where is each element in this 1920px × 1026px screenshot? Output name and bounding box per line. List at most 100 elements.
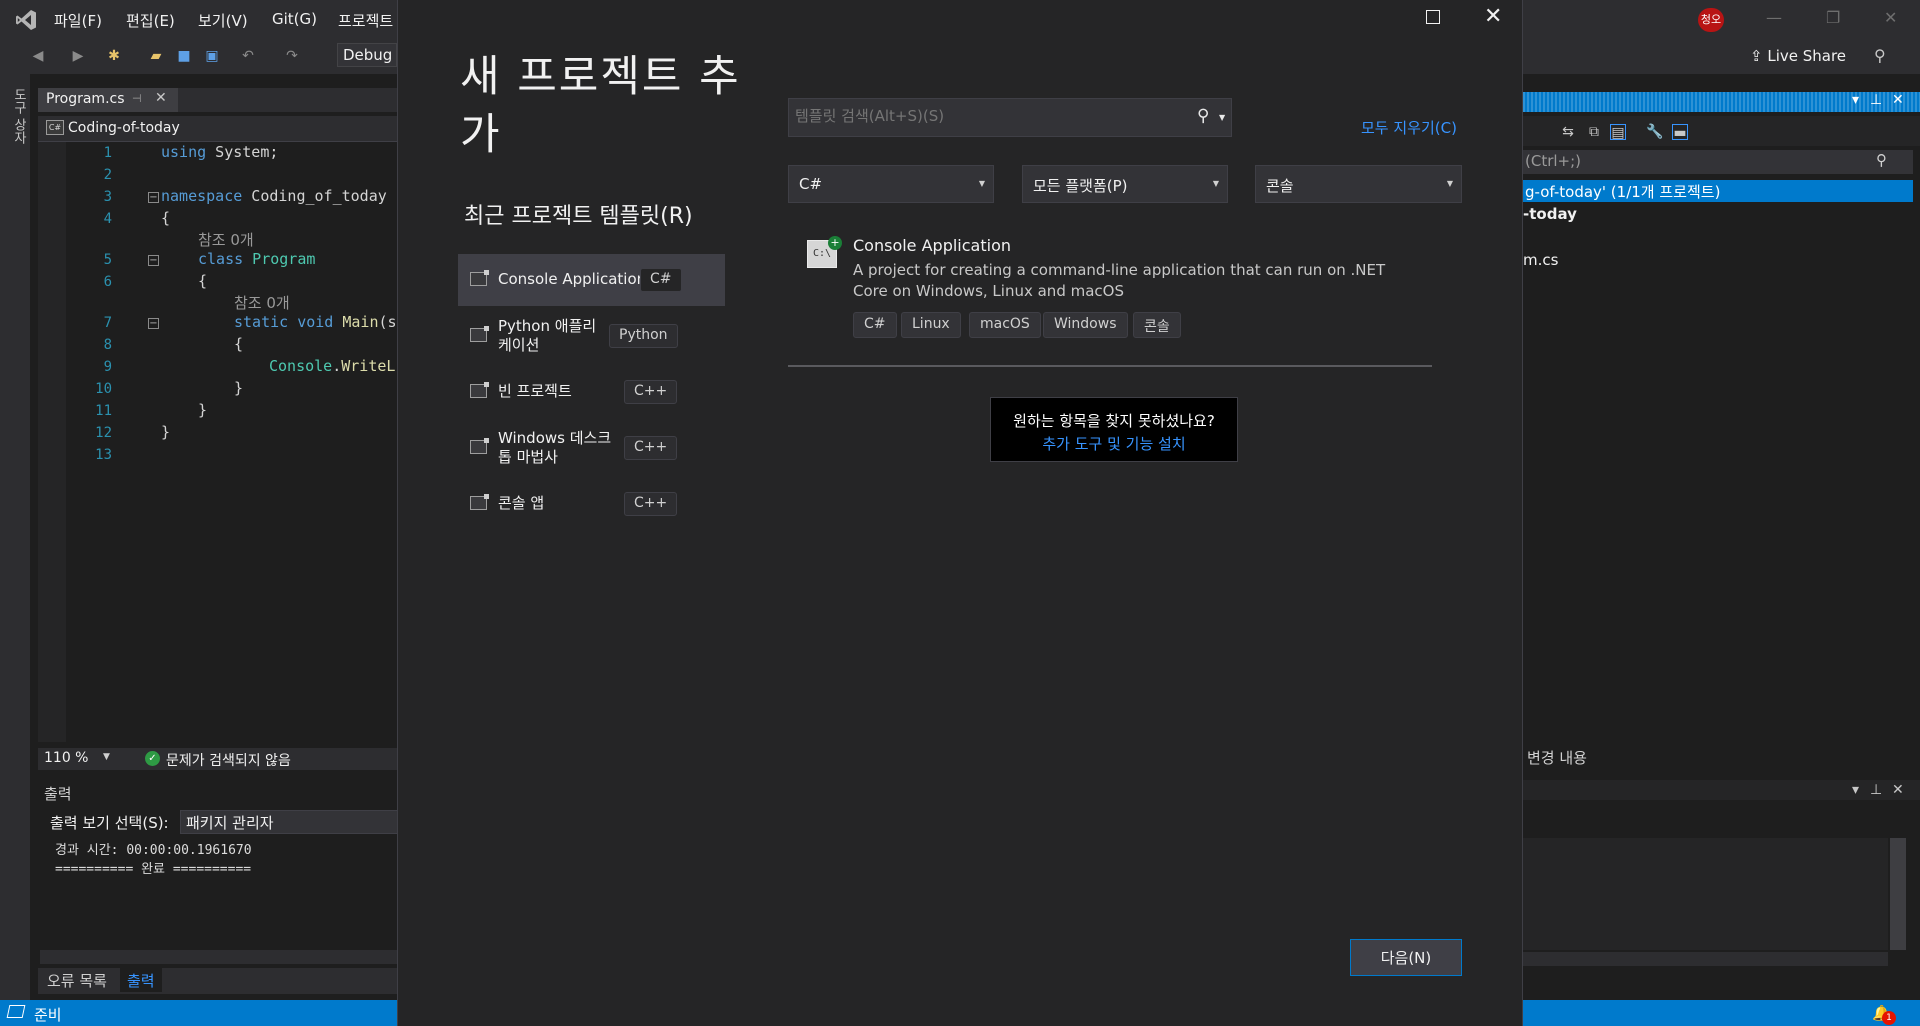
line-number: 7 bbox=[103, 315, 112, 331]
toolbox-tab[interactable]: 도구 상자 bbox=[9, 88, 28, 144]
menu-file[interactable]: 파일(F) bbox=[54, 10, 102, 31]
install-more-tools-link[interactable]: 추가 도구 및 기능 설치 bbox=[991, 433, 1237, 454]
code-line-3: namespace Coding_of_today bbox=[161, 187, 387, 205]
user-avatar[interactable]: 청오 bbox=[1698, 8, 1724, 32]
minimize-icon[interactable]: — bbox=[1766, 8, 1782, 27]
template-tag: 콘솔 bbox=[1133, 312, 1181, 338]
add-badge-icon: + bbox=[828, 236, 842, 250]
fold-toggle-icon[interactable]: − bbox=[148, 255, 159, 266]
redo-icon[interactable]: ↷ bbox=[284, 48, 300, 64]
code-lens-references[interactable]: 참조 0개 bbox=[198, 229, 254, 250]
fold-toggle-icon[interactable]: − bbox=[148, 318, 159, 329]
zoom-level[interactable]: 110 % bbox=[44, 750, 88, 766]
dialog-title: 새 프로젝트 추가 bbox=[460, 52, 741, 160]
line-number: 4 bbox=[103, 211, 112, 227]
undo-icon[interactable]: ↶ bbox=[240, 48, 256, 64]
platform-filter-value: 모든 플랫폼(P) bbox=[1033, 177, 1128, 195]
new-item-icon[interactable]: ✱ bbox=[106, 48, 122, 64]
solution-config-dropdown[interactable]: Debug bbox=[337, 43, 397, 67]
menu-project[interactable]: 프로젝트 bbox=[338, 10, 393, 31]
pin-icon[interactable]: ⊥ bbox=[1870, 782, 1882, 798]
tab-close-icon[interactable]: ✕ bbox=[155, 90, 167, 106]
live-share-label: Live Share bbox=[1767, 47, 1847, 65]
code-line-10: } bbox=[234, 379, 244, 397]
vertical-scrollbar[interactable] bbox=[1890, 838, 1906, 950]
chevron-down-icon[interactable]: ▼ bbox=[103, 752, 110, 762]
chevron-down-icon: ▼ bbox=[978, 179, 985, 188]
template-search-input[interactable] bbox=[795, 107, 1175, 125]
recent-template-python[interactable]: Python 애플리케이션 Python bbox=[458, 310, 725, 362]
platform-filter-dropdown[interactable]: 모든 플랫폼(P) ▼ bbox=[1022, 165, 1228, 203]
tab-git-changes[interactable]: 변경 내용 bbox=[1527, 747, 1587, 768]
menu-edit[interactable]: 편집(E) bbox=[126, 10, 175, 31]
line-number: 11 bbox=[95, 403, 112, 419]
save-icon[interactable]: ■ bbox=[176, 48, 192, 64]
project-type-filter-dropdown[interactable]: 콘솔 ▼ bbox=[1255, 165, 1462, 203]
close-icon[interactable]: ✕ bbox=[1484, 5, 1502, 29]
navigate-back-icon[interactable]: ◀ bbox=[30, 48, 46, 64]
line-number: 6 bbox=[103, 274, 112, 290]
clear-all-link[interactable]: 모두 지우기(C) bbox=[1361, 117, 1457, 138]
show-all-files-icon[interactable]: ▤ bbox=[1610, 124, 1626, 141]
search-icon[interactable]: ⚲ bbox=[1876, 151, 1887, 169]
solution-explorer-toolbar bbox=[1523, 116, 1920, 146]
navigate-forward-icon[interactable]: ▶ bbox=[70, 48, 86, 64]
recent-template-windows-desktop-wizard[interactable]: Windows 데스크톱 마법사 C++ bbox=[458, 422, 725, 474]
fold-toggle-icon[interactable]: − bbox=[148, 192, 159, 203]
language-filter-dropdown[interactable]: C# ▼ bbox=[788, 165, 994, 203]
chevron-down-icon[interactable]: ▼ bbox=[1219, 113, 1225, 122]
feedback-icon[interactable]: ⚲ bbox=[1874, 46, 1886, 65]
maximize-icon[interactable] bbox=[1426, 10, 1440, 24]
editor-margin bbox=[38, 142, 66, 742]
divider bbox=[788, 365, 1432, 367]
dropdown-arrow-icon[interactable]: ▾ bbox=[1852, 92, 1859, 108]
output-panel-title: 출력 bbox=[44, 785, 72, 803]
desktop-wizard-icon bbox=[470, 438, 489, 454]
project-node[interactable]: -today bbox=[1523, 205, 1577, 223]
code-line-12: } bbox=[161, 423, 171, 441]
not-found-question: 원하는 항목을 찾지 못하셨나요? bbox=[1013, 412, 1215, 430]
empty-project-icon bbox=[470, 382, 489, 398]
solution-explorer-header bbox=[1523, 92, 1920, 112]
solution-explorer-search[interactable]: (Ctrl+;) bbox=[1523, 150, 1913, 174]
close-icon[interactable]: ✕ bbox=[1892, 782, 1904, 798]
file-node[interactable]: m.cs bbox=[1523, 251, 1558, 269]
output-source-dropdown[interactable]: 패키지 관리자 bbox=[180, 810, 398, 834]
solution-node[interactable]: g-of-today' (1/1개 프로젝트) bbox=[1523, 180, 1913, 202]
tab-output[interactable]: 출력 bbox=[120, 968, 162, 992]
horizontal-scrollbar[interactable] bbox=[40, 950, 398, 964]
live-share-button[interactable]: ⇪ Live Share bbox=[1750, 47, 1846, 65]
horizontal-scrollbar[interactable] bbox=[1523, 952, 1888, 966]
restore-icon[interactable]: ❐ bbox=[1826, 8, 1840, 27]
issues-status[interactable]: 문제가 검색되지 않음 bbox=[166, 750, 291, 770]
template-description: A project for creating a command-line ap… bbox=[853, 261, 1386, 300]
recent-template-console-application[interactable]: Console Application C# bbox=[458, 254, 725, 306]
not-found-tooltip: 원하는 항목을 찾지 못하셨나요? 추가 도구 및 기능 설치 bbox=[990, 397, 1238, 462]
properties-wrench-icon[interactable]: 🔧 bbox=[1646, 124, 1663, 140]
pin-icon[interactable]: ⊣ bbox=[132, 92, 142, 105]
save-all-icon[interactable]: ▣ bbox=[204, 48, 220, 64]
sync-icon[interactable]: ⇆ bbox=[1560, 124, 1576, 140]
next-button[interactable]: 다음(N) bbox=[1350, 939, 1462, 976]
language-filter-value: C# bbox=[799, 175, 823, 193]
menu-git[interactable]: Git(G) bbox=[272, 10, 317, 28]
dropdown-arrow-icon[interactable]: ▾ bbox=[1852, 782, 1859, 798]
close-icon[interactable]: ✕ bbox=[1892, 92, 1904, 108]
search-icon[interactable]: ⚲ bbox=[1197, 106, 1209, 126]
nav-bar-project[interactable]: Coding-of-today bbox=[68, 120, 180, 136]
output-line: ========== 완료 ========== bbox=[55, 862, 252, 877]
menu-view[interactable]: 보기(V) bbox=[198, 10, 248, 31]
visual-studio-logo-icon bbox=[16, 10, 36, 30]
preview-icon[interactable]: ▬ bbox=[1672, 124, 1688, 141]
language-badge: Python bbox=[609, 324, 678, 348]
recent-template-empty-project[interactable]: 빈 프로젝트 C++ bbox=[458, 366, 725, 418]
template-search-box[interactable]: ⚲ ▼ bbox=[788, 98, 1232, 137]
collapse-all-icon[interactable]: ⧉ bbox=[1586, 124, 1602, 140]
code-lens-references[interactable]: 참조 0개 bbox=[234, 292, 290, 313]
close-icon[interactable]: ✕ bbox=[1884, 8, 1897, 27]
output-line: 경과 시간: 00:00:00.1961670 bbox=[55, 843, 252, 858]
open-folder-icon[interactable]: ▰ bbox=[148, 48, 164, 64]
tab-error-list[interactable]: 오류 목록 bbox=[47, 970, 107, 991]
recent-template-console-app[interactable]: 콘솔 앱 C++ bbox=[458, 478, 725, 530]
pin-icon[interactable]: ⊥ bbox=[1870, 92, 1882, 108]
